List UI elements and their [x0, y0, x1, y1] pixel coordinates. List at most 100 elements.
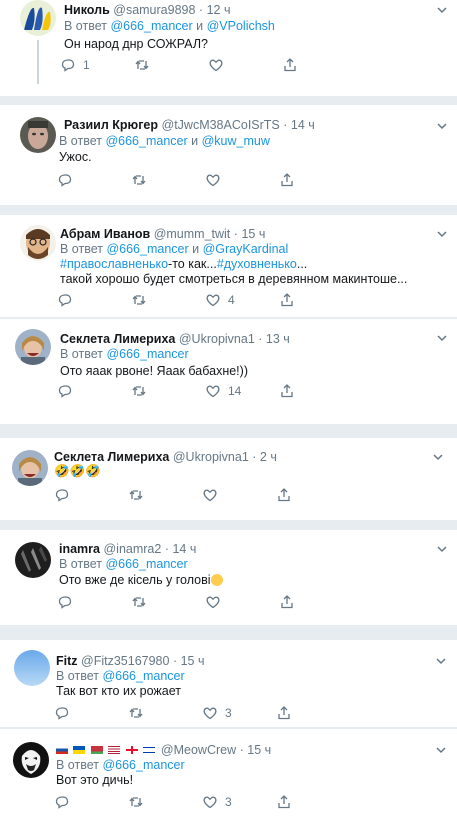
author-handle[interactable]: @Ukropivna1: [179, 332, 255, 346]
reply-context: В ответ @666_mancer: [56, 669, 185, 683]
timestamp[interactable]: 14 ч: [291, 118, 315, 132]
tweet-inamra[interactable]: inamra @inamra2 · 14 ч В ответ @666_manc…: [0, 530, 457, 625]
share-button[interactable]: [279, 382, 295, 400]
author-name[interactable]: Абрам Иванов: [60, 227, 150, 241]
retweet-button[interactable]: [131, 382, 147, 400]
share-button[interactable]: [279, 593, 295, 611]
chevron-down-icon[interactable]: [435, 3, 449, 17]
author-name[interactable]: Секлета Лимериха: [60, 332, 175, 346]
reply-button[interactable]: [57, 291, 80, 309]
mention-link[interactable]: @666_mancer: [106, 347, 188, 361]
author-handle[interactable]: @mumm_twit: [154, 227, 231, 241]
reply-button[interactable]: [57, 593, 73, 611]
retweet-button[interactable]: [128, 704, 144, 722]
author-handle[interactable]: @MeowCrew: [161, 743, 236, 757]
tweet-text: 🤣🤣🤣: [54, 464, 101, 479]
hashtag-link[interactable]: #православненько: [60, 257, 168, 271]
author-handle[interactable]: @samura9898: [113, 3, 195, 17]
chevron-down-icon[interactable]: [435, 542, 449, 556]
retweet-button[interactable]: [128, 486, 144, 504]
avatar[interactable]: [15, 329, 51, 365]
avatar[interactable]: [13, 742, 49, 778]
tweet-sekleta-2[interactable]: Секлета Лимериха @Ukropivna1 · 2 ч 🤣🤣🤣: [0, 438, 457, 520]
timestamp[interactable]: 12 ч: [207, 3, 231, 17]
tweet-abram[interactable]: Абрам Иванов @mumm_twit · 15 ч В ответ @…: [0, 215, 457, 317]
share-button[interactable]: [276, 793, 292, 811]
author-handle[interactable]: @Fitz35167980: [81, 654, 169, 668]
like-button[interactable]: [208, 56, 224, 74]
reply-button[interactable]: [57, 171, 80, 189]
timestamp[interactable]: 2 ч: [260, 450, 277, 464]
author-name-flags[interactable]: @MeowCrew · 15 ч: [56, 743, 271, 758]
timestamp[interactable]: 13 ч: [266, 332, 290, 346]
like-button[interactable]: [202, 486, 218, 504]
share-button[interactable]: [282, 56, 298, 74]
avatar[interactable]: [12, 450, 48, 486]
share-button[interactable]: [279, 171, 295, 189]
flag-ru: [56, 746, 68, 754]
author-name[interactable]: inamra: [59, 542, 100, 556]
tweet-fitz[interactable]: Fitz @Fitz35167980 · 15 ч В ответ @666_m…: [0, 640, 457, 725]
reply-button[interactable]: [57, 382, 80, 400]
share-button[interactable]: [279, 291, 295, 309]
avatar[interactable]: [15, 542, 51, 578]
share-button[interactable]: [276, 486, 292, 504]
mention-link[interactable]: @VPolichsh: [207, 19, 275, 33]
mention-link[interactable]: @666_mancer: [105, 557, 187, 571]
timestamp[interactable]: 15 ч: [247, 743, 271, 757]
hashtag-link[interactable]: #духовненько: [217, 257, 297, 271]
mention-link[interactable]: @666_mancer: [105, 134, 187, 148]
like-button[interactable]: [205, 593, 221, 611]
retweet-button[interactable]: [131, 171, 147, 189]
retweet-button[interactable]: [131, 291, 147, 309]
chevron-down-icon[interactable]: [435, 227, 449, 241]
chevron-down-icon[interactable]: [431, 450, 445, 464]
retweet-button[interactable]: [134, 56, 150, 74]
mention-link[interactable]: @666_mancer: [102, 669, 184, 683]
like-button[interactable]: 4: [205, 291, 235, 309]
author-name[interactable]: Fitz: [56, 654, 78, 668]
author-name[interactable]: Разиил Крюгер: [64, 118, 158, 132]
avatar[interactable]: [14, 650, 50, 686]
tweet-sekleta-1[interactable]: Секлета Лимериха @Ukropivna1 · 13 ч В от…: [0, 319, 457, 419]
like-button[interactable]: 3: [202, 704, 232, 722]
chevron-down-icon[interactable]: [434, 743, 448, 757]
author-handle[interactable]: @Ukropivna1: [173, 450, 249, 464]
dot-separator: ·: [172, 654, 178, 668]
mention-link[interactable]: @GrayKardinal: [203, 242, 289, 256]
like-button[interactable]: [205, 171, 221, 189]
tweet-nikol[interactable]: Николь @samura9898 · 12 ч В ответ @666_m…: [0, 0, 457, 84]
mention-link[interactable]: @666_mancer: [106, 242, 188, 256]
reply-button[interactable]: [54, 793, 70, 811]
mention-link[interactable]: @666_mancer: [102, 758, 184, 772]
timestamp[interactable]: 15 ч: [241, 227, 265, 241]
avatar[interactable]: [20, 225, 56, 261]
mention-link[interactable]: @kuw_muw: [202, 134, 270, 148]
retweet-button[interactable]: [128, 793, 144, 811]
like-button[interactable]: 14: [205, 382, 241, 400]
tweet-meowcrew[interactable]: @MeowCrew · 15 ч В ответ @666_mancer Вот…: [0, 729, 457, 835]
author-handle[interactable]: @inamra2: [103, 542, 161, 556]
reply-button[interactable]: [54, 704, 70, 722]
author-name[interactable]: Секлета Лимериха: [54, 450, 169, 464]
like-button[interactable]: 3: [202, 793, 232, 811]
author-name[interactable]: Николь: [64, 3, 110, 17]
chevron-down-icon[interactable]: [435, 331, 449, 345]
retweet-button[interactable]: [131, 593, 147, 611]
reply-context: В ответ @666_mancer и @kuw_muw: [59, 134, 270, 148]
share-button[interactable]: [276, 704, 292, 722]
author-handle[interactable]: @tJwcM38ACoISrTS: [162, 118, 280, 132]
avatar[interactable]: [20, 117, 56, 153]
avatar[interactable]: [20, 0, 56, 36]
chevron-down-icon[interactable]: [435, 119, 449, 133]
timestamp[interactable]: 15 ч: [181, 654, 205, 668]
reply-button[interactable]: [54, 486, 70, 504]
share-icon: [278, 706, 290, 720]
timestamp[interactable]: 14 ч: [172, 542, 196, 556]
chevron-down-icon[interactable]: [434, 654, 448, 668]
reply-button[interactable]: 1: [60, 56, 90, 74]
heart-icon: [203, 796, 217, 809]
tweet-raziil[interactable]: Разиил Крюгер @tJwcM38ACoISrTS · 14 ч В …: [0, 105, 457, 195]
mention-link[interactable]: @666_mancer: [110, 19, 192, 33]
like-count: 3: [225, 706, 232, 720]
